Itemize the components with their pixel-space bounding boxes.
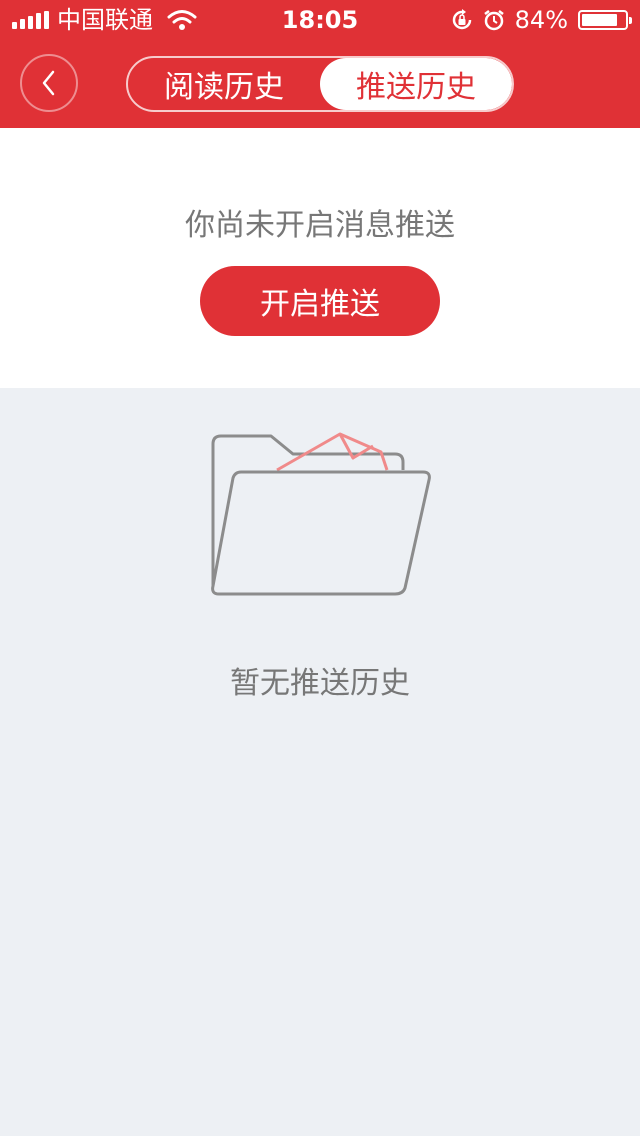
battery-icon: [578, 10, 632, 30]
battery-fill: [582, 14, 617, 26]
battery-percent: 84%: [514, 6, 568, 34]
status-right: 84%: [451, 0, 632, 40]
enable-push-button[interactable]: 开启推送: [200, 266, 440, 336]
tab-reading-history[interactable]: 阅读历史: [128, 58, 320, 110]
app-screen: 中国联通 18:05 84% 阅读历史 推送历史 你尚未开启消息推送 开启推送 …: [0, 0, 640, 1136]
alarm-icon: [483, 9, 505, 31]
back-button[interactable]: [20, 54, 78, 112]
chevron-left-icon: [42, 70, 55, 96]
history-tab-switch: 阅读历史 推送历史: [126, 56, 514, 112]
tab-push-history[interactable]: 推送历史: [320, 58, 512, 110]
nav-bar: 阅读历史 推送历史: [0, 40, 640, 128]
top-bar: 中国联通 18:05 84% 阅读历史 推送历史: [0, 0, 640, 128]
folder-with-mail-icon: [205, 430, 435, 600]
empty-state-text: 暂无推送历史: [230, 666, 410, 701]
status-bar: 中国联通 18:05 84%: [0, 0, 640, 40]
rotation-lock-icon: [451, 9, 473, 31]
push-disabled-message: 你尚未开启消息推送: [185, 208, 455, 243]
push-settings-panel: 你尚未开启消息推送 开启推送: [0, 128, 640, 388]
